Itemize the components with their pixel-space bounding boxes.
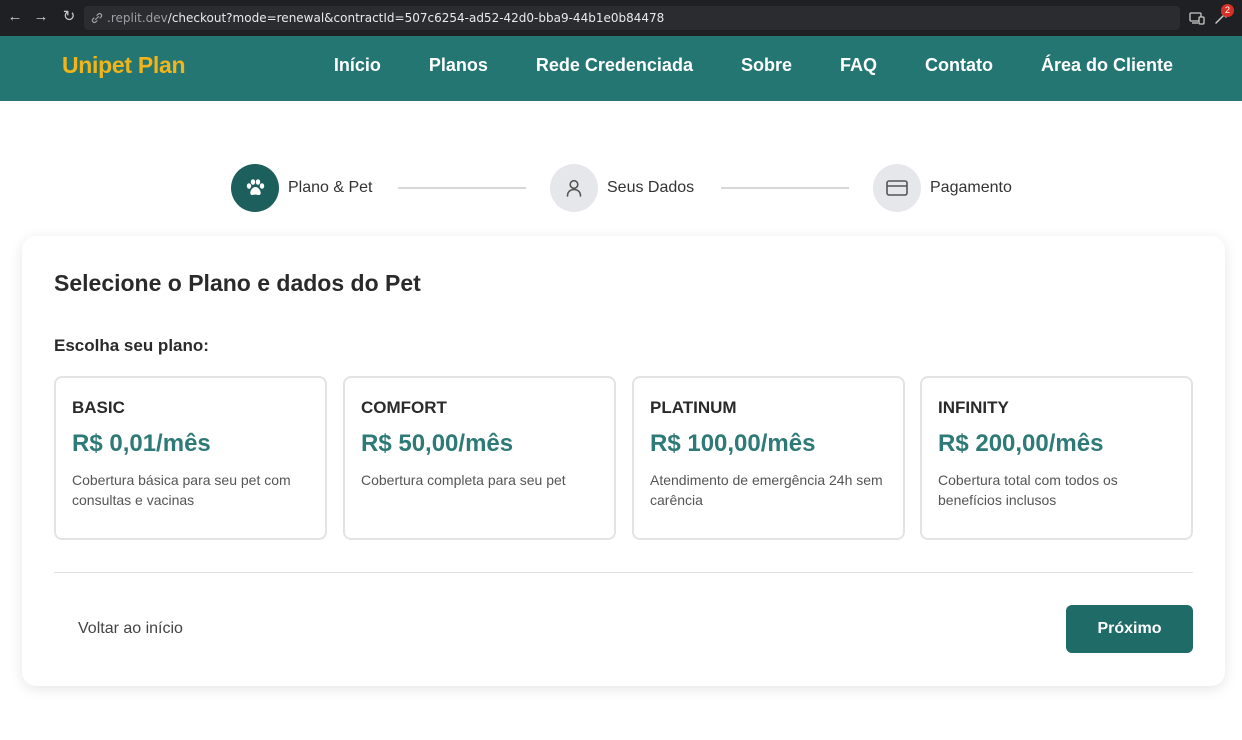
plan-description: Cobertura básica para seu pet com consul…	[72, 472, 291, 508]
address-bar[interactable]: .replit.dev/checkout?mode=renewal&contra…	[84, 6, 1180, 30]
step-plano-pet: Plano & Pet	[231, 164, 373, 212]
plan-name: INFINITY	[938, 398, 1009, 417]
plan-name: COMFORT	[361, 398, 447, 417]
reload-icon[interactable]: ↻	[58, 7, 80, 25]
menu-item-sobre[interactable]: Sobre	[741, 55, 792, 76]
main-menu: Início Planos Rede Credenciada Sobre FAQ…	[286, 55, 1173, 76]
paw-icon	[246, 179, 265, 196]
menu-item-area-do-cliente[interactable]: Área do Cliente	[1041, 55, 1173, 76]
step-seus-dados: Seus Dados	[550, 164, 694, 212]
browser-toolbar: ← → ↻ .replit.dev/checkout?mode=renewal&…	[0, 0, 1242, 36]
back-arrow-icon[interactable]: ←	[4, 8, 26, 25]
menu-item-faq[interactable]: FAQ	[840, 55, 877, 76]
plan-card-platinum[interactable]: PLATINUM R$ 100,00/mês Atendimento de em…	[632, 376, 905, 540]
step-label: Seus Dados	[607, 179, 695, 196]
step-connector	[398, 187, 526, 189]
plan-price: R$ 200,00/mês	[938, 430, 1104, 457]
plan-name: PLATINUM	[650, 398, 737, 417]
step-pagamento: Pagamento	[873, 164, 1012, 212]
step-label: Plano & Pet	[288, 179, 373, 196]
plan-name: BASIC	[72, 398, 125, 417]
plan-card-infinity[interactable]: INFINITY R$ 200,00/mês Cobertura total c…	[920, 376, 1193, 540]
next-button[interactable]: Próximo	[1066, 605, 1193, 653]
back-to-home-link[interactable]: Voltar ao início	[78, 620, 183, 638]
notification-badge: 2	[1221, 4, 1234, 17]
menu-item-rede-credenciada[interactable]: Rede Credenciada	[536, 55, 693, 76]
plan-price: R$ 100,00/mês	[650, 430, 816, 457]
menu-item-inicio[interactable]: Início	[334, 55, 381, 76]
checkout-card: Selecione o Plano e dados do Pet Escolha…	[22, 236, 1225, 686]
step-circle	[550, 164, 598, 212]
divider	[54, 572, 1193, 573]
plan-description: Cobertura total com todos os benefícios …	[938, 472, 1118, 508]
plan-price: R$ 50,00/mês	[361, 430, 514, 457]
step-circle-active	[231, 164, 279, 212]
credit-card-icon	[886, 180, 908, 196]
url-host: .replit.dev	[107, 11, 168, 25]
plan-card-comfort[interactable]: COMFORT R$ 50,00/mês Cobertura completa …	[343, 376, 616, 540]
plan-card-basic[interactable]: BASIC R$ 0,01/mês Cobertura básica para …	[54, 376, 327, 540]
plan-prompt: Escolha seu plano:	[54, 336, 209, 355]
logo-text: Unipet Plan	[62, 52, 186, 78]
url-path: /checkout?mode=renewal&contractId=507c62…	[167, 11, 665, 25]
menu-item-planos[interactable]: Planos	[429, 55, 488, 76]
plan-price: R$ 0,01/mês	[72, 430, 211, 457]
plan-description: Atendimento de emergência 24h sem carênc…	[650, 472, 883, 508]
plan-description: Cobertura completa para seu pet	[361, 472, 566, 488]
step-connector	[721, 187, 849, 189]
forward-arrow-icon[interactable]: →	[30, 8, 52, 25]
logo[interactable]: Unipet Plan	[62, 52, 186, 79]
user-icon	[566, 179, 582, 197]
menu-item-contato[interactable]: Contato	[925, 55, 993, 76]
page-title: Selecione o Plano e dados do Pet	[54, 270, 421, 296]
step-circle	[873, 164, 921, 212]
link-icon	[91, 13, 103, 23]
devices-icon[interactable]	[1188, 9, 1206, 27]
plan-list: BASIC R$ 0,01/mês Cobertura básica para …	[54, 376, 1193, 540]
step-label: Pagamento	[930, 179, 1012, 196]
